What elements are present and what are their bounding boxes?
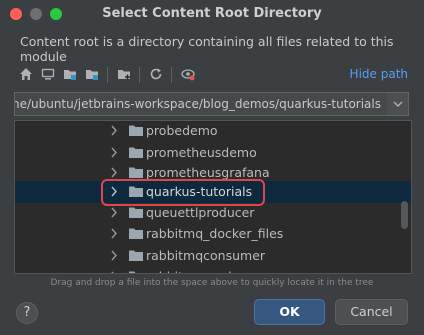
folder-icon bbox=[129, 271, 143, 273]
folder-icon bbox=[129, 147, 143, 158]
chevron-right-icon[interactable] bbox=[110, 228, 118, 239]
folder-icon bbox=[129, 250, 143, 261]
dialog-description: Content root is a directory containing a… bbox=[20, 34, 394, 64]
directory-tree[interactable]: probedemo prometheusdemo prometheusgrafa… bbox=[14, 120, 412, 274]
show-hidden-icon[interactable] bbox=[178, 64, 198, 84]
path-text: /home/ubuntu/jetbrains-workspace/blog_de… bbox=[14, 97, 381, 111]
highlight-annotation bbox=[101, 179, 265, 206]
tree-item[interactable]: prometheusdemo bbox=[15, 142, 411, 164]
tree-item-label: queuettlproducer bbox=[146, 205, 255, 220]
tree-scrollbar[interactable] bbox=[401, 201, 408, 229]
ok-button[interactable]: OK bbox=[254, 299, 325, 325]
new-folder-icon[interactable] bbox=[114, 64, 134, 84]
path-history-dropdown[interactable] bbox=[387, 92, 409, 116]
tree-item-label: rabbitmq_docker_files bbox=[146, 226, 284, 241]
tree-item-label: prometheusgrafana bbox=[146, 165, 270, 180]
folder-icon bbox=[129, 228, 143, 239]
tree-item[interactable]: rabbitmq_docker_files bbox=[15, 223, 411, 245]
tree-item-label: prometheusdemo bbox=[146, 145, 257, 160]
tree-item[interactable]: rabbitmqconsumer bbox=[15, 245, 411, 267]
chevron-right-icon[interactable] bbox=[110, 147, 118, 158]
help-button[interactable]: ? bbox=[16, 302, 38, 324]
folder-icon bbox=[129, 207, 143, 218]
toolbar: Hide path bbox=[16, 64, 408, 86]
title-bar: Select Content Root Directory bbox=[0, 0, 424, 28]
dialog-title: Select Content Root Directory bbox=[102, 6, 322, 21]
tree-item-label: rabbitmqconsumer bbox=[146, 248, 266, 263]
tree-item-label: rabbitmqproducer bbox=[146, 269, 259, 273]
tree-item[interactable]: rabbitmqproducer bbox=[15, 266, 411, 274]
chevron-down-icon bbox=[393, 101, 402, 107]
chevron-right-icon[interactable] bbox=[110, 207, 118, 218]
folder-icon bbox=[129, 125, 143, 136]
hide-path-link[interactable]: Hide path bbox=[350, 67, 408, 81]
chevron-right-icon[interactable] bbox=[110, 167, 118, 178]
path-input[interactable]: /home/ubuntu/jetbrains-workspace/blog_de… bbox=[14, 92, 392, 116]
chevron-right-icon[interactable] bbox=[110, 250, 118, 261]
drag-drop-hint: Drag and drop a file into the space abov… bbox=[50, 278, 374, 288]
tree-item-label: probedemo bbox=[146, 123, 218, 138]
folder-icon bbox=[129, 167, 143, 178]
cancel-button[interactable]: Cancel bbox=[335, 299, 408, 325]
chevron-right-icon[interactable] bbox=[110, 125, 118, 136]
tree-item[interactable]: probedemo bbox=[15, 121, 411, 142]
desktop-icon[interactable] bbox=[38, 64, 58, 84]
refresh-icon[interactable] bbox=[146, 64, 166, 84]
project-folder-icon[interactable] bbox=[60, 64, 80, 84]
chevron-right-icon[interactable] bbox=[110, 271, 118, 274]
module-folder-icon[interactable] bbox=[82, 64, 102, 84]
home-icon[interactable] bbox=[16, 64, 36, 84]
